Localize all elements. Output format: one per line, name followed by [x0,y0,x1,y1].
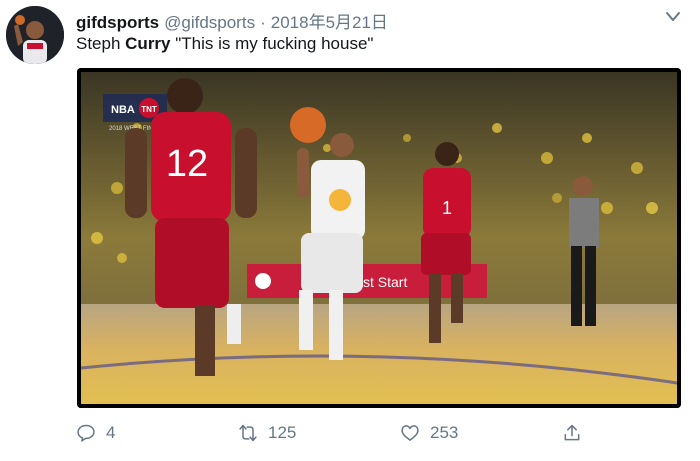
avatar[interactable] [6,6,64,64]
display-name[interactable]: gifdsports [76,13,159,33]
tweet-actions: 4 125 253 [76,420,596,446]
timestamp[interactable]: 2018年5月21日 [271,8,388,33]
tweet-text-prefix: Steph [76,34,126,53]
like-button[interactable]: 253 [400,420,458,446]
tweet-text-quote: "This is my fucking house" [170,34,374,53]
separator-dot: · [260,13,266,32]
user-handle[interactable]: @gifdsports [164,13,255,33]
tweet-header: gifdsports @gifdsports · 2018年5月21日 [76,8,388,33]
network-label: TNT [141,105,157,114]
share-icon [564,424,580,441]
like-icon [401,425,419,441]
reply-count: 4 [106,423,116,442]
like-count: 253 [430,423,459,442]
video-media[interactable]: Fast Start NBA TNT 2018 WEST FINALS 12 [77,68,681,408]
scoreboard-label: NBA [111,104,135,116]
tweet-text-bold: Curry [125,34,171,53]
retweet-icon [239,424,257,442]
basketball-video-frame: Fast Start NBA TNT 2018 WEST FINALS 12 [77,68,681,408]
avatar-image [6,6,64,64]
reply-icon [77,424,95,442]
tweet-text: Steph Curry "This is my fucking house" [76,34,373,54]
retweet-count: 125 [268,423,297,442]
jersey-number-back: 12 [166,143,208,185]
tweet-card[interactable]: gifdsports @gifdsports · 2018年5月21日 Step… [0,0,700,461]
share-button[interactable] [562,420,592,446]
reply-button[interactable]: 4 [76,420,115,446]
jersey-number-front: 1 [442,198,452,218]
chevron-down-icon[interactable] [664,10,682,24]
retweet-button[interactable]: 125 [238,420,296,446]
